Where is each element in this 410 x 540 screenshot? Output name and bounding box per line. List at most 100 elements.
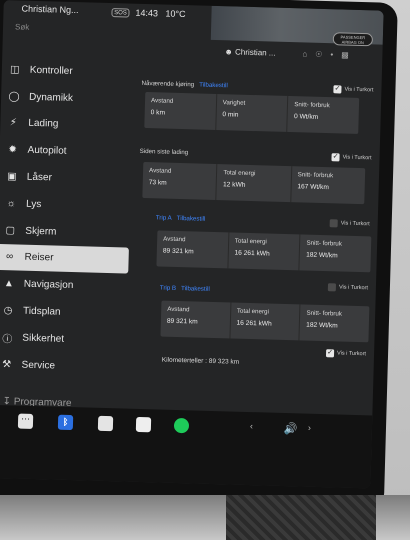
sidebar-item-reiser[interactable]: ∞ Reiser	[0, 243, 129, 274]
passenger-airbag-indicator: PASSENGER AIRBAG ON	[332, 32, 374, 47]
app-dock: ⋯ ᛒ ‹ 🔊 ›	[0, 404, 373, 489]
seat-fabric	[226, 495, 376, 540]
car-interior	[0, 495, 410, 540]
stat-label: Total energi	[236, 307, 269, 316]
sidebar-item-label: Service	[21, 359, 56, 372]
sidebar-item-skjerm[interactable]: ▢ Skjerm	[0, 217, 130, 247]
photo-background: Christian Ng... SOS 14:43 10°C Søk PASSE…	[0, 0, 410, 540]
sidebar-item-kontroller[interactable]: ◫ Kontroller	[1, 56, 134, 86]
profile-button[interactable]: ☻ Christian ...	[224, 47, 275, 57]
stat-value: 182 Wt/km	[306, 321, 338, 330]
section-title: Siden siste lading	[140, 148, 189, 156]
volume-up-chevron-icon[interactable]: ›	[308, 423, 311, 433]
sidebar-item-label: Tidsplan	[22, 305, 61, 318]
stat-value: 16 261 kWh	[234, 249, 270, 258]
trip-a-reset-link[interactable]: Tilbakestill	[177, 215, 206, 223]
current-drive-title: Nåværende kjøring	[141, 79, 195, 89]
stat-label: Avstand	[150, 97, 174, 105]
map-toggle-label: Vis i Turkort	[336, 350, 367, 358]
sidebar-item-navigasjon[interactable]: ▲ Navigasjon	[0, 270, 128, 300]
sidebar-item-lading[interactable]: ⚡ Lading	[0, 110, 133, 140]
section-title: Trip B Tilbakestill	[160, 284, 210, 292]
notes-app-icon[interactable]	[135, 416, 152, 433]
trip-a-map-toggle[interactable]: ✓ Vis i Turkort	[329, 219, 370, 228]
sidebar-item-label: Skjerm	[25, 225, 57, 238]
sidebar-item-service[interactable]: ⚒ Service	[0, 351, 126, 381]
stat-label: Avstand	[167, 305, 190, 314]
stat-label: Snitt- forbruk	[306, 239, 342, 248]
calendar-app-icon[interactable]	[97, 415, 114, 432]
since-charge-map-toggle[interactable]: ✓ Vis i Turkort	[331, 153, 372, 162]
header-icons: ⌂☉•▩	[302, 49, 357, 60]
current-drive-card: Avstand 0 km Varighet 0 min Snitt- forbruk…	[144, 92, 360, 134]
wrench-icon: ⚒	[1, 358, 12, 371]
trip-b-reset-link[interactable]: Tilbakestill	[181, 285, 210, 293]
stat-total-energy: Total energi 16 261 kWh	[230, 302, 301, 341]
stat-label: Avstand	[148, 167, 172, 175]
odometer-readout: Kilometerteller : 89 323 km	[161, 356, 240, 366]
trip-a-card: Avstand 89 321 km Total energi 16 261 kWh …	[156, 230, 372, 273]
stat-label: Avstand	[163, 235, 186, 244]
map-toggle-label: Vis i Turkort	[342, 154, 372, 162]
sidebar-item-tidsplan[interactable]: ◷ Tidsplan	[0, 297, 127, 327]
sidebar-item-label: Reiser	[24, 252, 54, 264]
stat-value: 89 321 km	[166, 317, 198, 326]
trip-a-section: Trip A Tilbakestill ✓ Vis i Turkort Avsta…	[138, 214, 374, 273]
checkbox-checked-icon[interactable]: ✓	[333, 85, 342, 94]
stat-value: 16 261 kWh	[236, 319, 272, 328]
stat-label: Snitt- forbruk	[306, 309, 343, 318]
map-toggle-label: Vis i Turkort	[344, 86, 374, 94]
volume-down-chevron-icon[interactable]: ‹	[250, 421, 253, 431]
odometer-map-toggle[interactable]: ✓ Vis i Turkort	[325, 349, 370, 358]
checkbox-checked-icon[interactable]: ✓	[325, 349, 335, 358]
stat-consumption: Snitt- forbruk 182 Wt/km	[300, 234, 372, 272]
light-icon: ☼	[6, 198, 16, 210]
clock-icon: ◷	[3, 305, 13, 317]
stat-value: 167 Wt/km	[297, 183, 329, 192]
bell-icon[interactable]: ☉	[315, 50, 330, 59]
checkbox-checked-icon[interactable]: ✓	[331, 153, 340, 162]
display-bezel: Christian Ng... SOS 14:43 10°C Søk PASSE…	[0, 0, 398, 511]
current-drive-reset-link[interactable]: Tilbakestill	[199, 82, 228, 90]
stat-label: Total energi	[223, 169, 256, 178]
car-icon: ◫	[9, 64, 20, 76]
sidebar-item-sikkerhet[interactable]: ⓘ Sikkerhet	[0, 324, 127, 354]
trip-b-title: Trip B	[159, 284, 177, 292]
sidebar-item-laser[interactable]: ▣ Låser	[0, 163, 131, 193]
more-apps-icon[interactable]: ⋯	[17, 413, 34, 429]
bluetooth-icon[interactable]: ᛒ	[57, 414, 74, 431]
clock-time: 14:43	[135, 7, 159, 19]
checkbox-unchecked-icon[interactable]: ✓	[327, 283, 337, 292]
stat-value: 89 321 km	[162, 247, 194, 256]
checkbox-unchecked-icon[interactable]: ✓	[329, 219, 338, 228]
settings-sidebar: ◫ Kontroller ◯ Dynamikk ⚡ Lading ✹ Autopilot…	[0, 56, 134, 381]
sidebar-item-dynamikk[interactable]: ◯ Dynamikk	[1, 83, 134, 113]
stat-value: 0 min	[222, 111, 239, 119]
person-icon: ☻	[224, 47, 233, 57]
stat-value: 12 kWh	[222, 181, 246, 189]
navigation-arrow-icon: ▲	[3, 278, 14, 290]
sidebar-item-lys[interactable]: ☼ Lys	[0, 190, 130, 220]
map-toggle-label: Vis i Turkort	[338, 284, 368, 292]
stat-value: 0 km	[150, 109, 166, 117]
current-drive-map-toggle[interactable]: ✓ Vis i Turkort	[333, 85, 374, 94]
garage-icon[interactable]: ⌂	[302, 49, 315, 58]
trip-b-card: Avstand 89 321 km Total energi 16 261 kWh …	[160, 300, 370, 343]
profile-name-status[interactable]: Christian Ng...	[21, 4, 78, 16]
stat-label: Total energi	[234, 237, 267, 246]
stat-duration: Varighet 0 min	[215, 94, 289, 132]
sidebar-item-label: Kontroller	[29, 64, 73, 77]
stat-consumption: Snitt- forbruk 0 Wt/km	[288, 96, 360, 134]
stat-value: 182 Wt/km	[306, 251, 338, 260]
volume-icon[interactable]: 🔊	[284, 422, 298, 435]
stat-total-energy: Total energi 16 261 kWh	[228, 232, 301, 271]
stat-label: Snitt- forbruk	[297, 171, 334, 180]
sidebar-item-label: Låser	[26, 171, 53, 184]
spotify-icon[interactable]	[173, 417, 190, 434]
bluetooth-small-icon[interactable]: •	[330, 50, 341, 59]
sidebar-item-autopilot[interactable]: ✹ Autopilot	[0, 136, 132, 166]
trip-b-map-toggle[interactable]: ✓ Vis i Turkort	[327, 283, 368, 292]
stat-total-energy: Total energi 12 kWh	[216, 164, 292, 203]
stat-consumption: Snitt- forbruk 167 Wt/km	[291, 166, 365, 204]
display-icon: ▢	[5, 224, 16, 237]
